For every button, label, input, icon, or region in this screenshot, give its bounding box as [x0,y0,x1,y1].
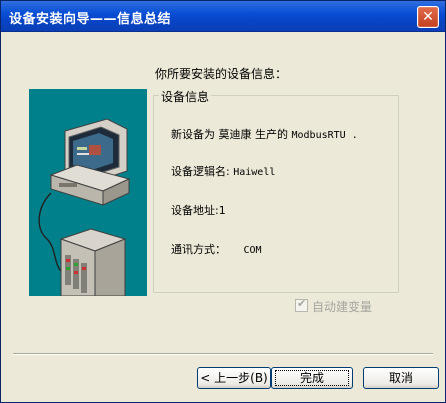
auto-create-vars-option[interactable]: ✔ 自动建变量 [295,297,373,315]
dialog-body: 你所要安装的设备信息： 设备信息 新设备为 莫迪康 生产的 ModbusRTU … [5,32,441,398]
device-address-line: 设备地址:1 [171,202,226,218]
group-title: 设备信息 [159,88,212,105]
install-wizard-window: 设备安装向导——信息总结 ✕ 你所要安装的设备信息： 设备信息 新设备为 莫迪康… [0,0,446,403]
comm-method-label: 通讯方式： [171,243,226,256]
logical-name-line: 设备逻辑名: Haiwell [171,163,275,179]
computer-plc-illustration [29,89,147,296]
summary-prompt: 你所要安装的设备信息： [155,67,288,81]
close-button[interactable]: ✕ [417,6,439,28]
new-device-line: 新设备为 莫迪康 生产的 ModbusRTU . [171,126,358,142]
auto-create-vars-checkbox[interactable]: ✔ [295,297,308,312]
window-title: 设备安装向导——信息总结 [9,12,172,27]
button-separator [13,353,433,355]
device-address-label: 设备地址: [171,204,219,217]
logical-name-value: Haiwell [233,167,276,178]
comm-method-line: 通讯方式： COM [171,241,262,257]
cancel-button[interactable]: 取消 [363,367,439,389]
illustration-graphic [38,118,131,296]
device-info-group [153,95,399,293]
back-button[interactable]: < 上一步(B) [197,367,271,389]
comm-method-value: COM [243,245,262,256]
device-address-value: 1 [218,204,226,217]
logical-name-label: 设备逻辑名: [171,165,230,178]
auto-create-vars-label: 自动建变量 [312,300,373,314]
close-icon: ✕ [422,9,434,25]
finish-button[interactable]: 完成 [271,367,353,389]
new-device-prefix: 新设备为 莫迪康 生产的 [171,128,288,141]
focus-rect [275,370,349,386]
checkmark-icon: ✔ [297,297,307,310]
new-device-protocol: ModbusRTU [291,130,346,141]
new-device-suffix: . [345,130,358,141]
title-bar[interactable]: 设备安装向导——信息总结 ✕ [1,1,445,32]
